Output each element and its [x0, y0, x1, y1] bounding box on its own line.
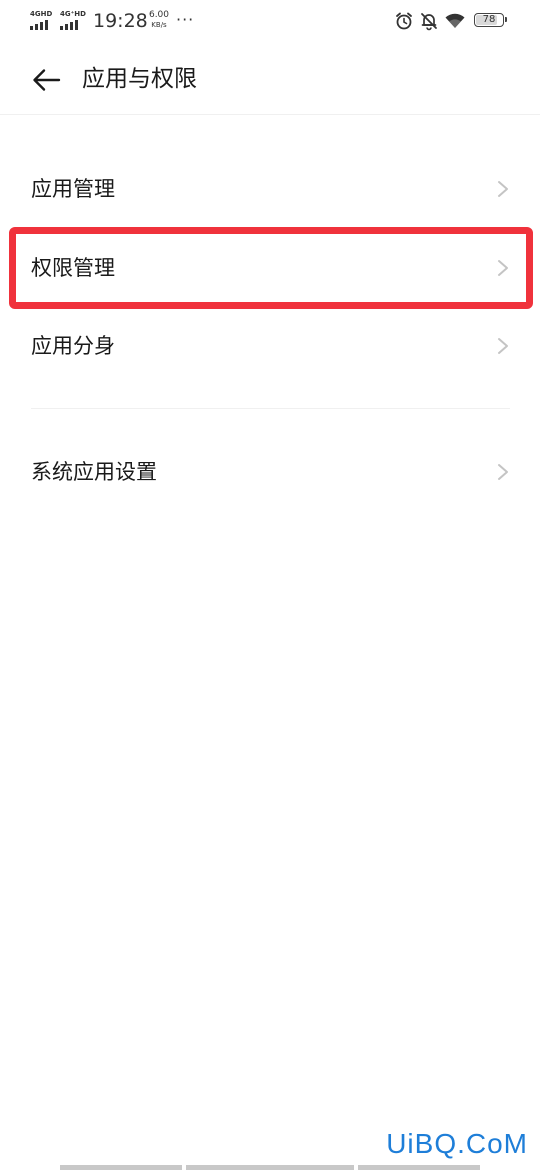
signal-icon-sim1: 4GHD — [30, 10, 56, 30]
more-notifications-icon: ··· — [176, 10, 195, 29]
status-bar: 4GHD 4G⁺HD 19:28 6.00 KB/s ··· 78 — [0, 0, 540, 44]
battery-level: 78 — [482, 14, 496, 25]
app-header: 应用与权限 — [0, 44, 540, 115]
network-speed-unit: KB/s — [151, 21, 167, 29]
battery-icon: 78 — [474, 13, 507, 27]
chevron-right-icon — [498, 260, 508, 276]
list-item-permission-management[interactable]: 权限管理 — [0, 236, 540, 300]
page-title: 应用与权限 — [82, 66, 197, 92]
alarm-icon — [396, 12, 412, 30]
wifi-icon — [445, 13, 465, 28]
bell-off-icon — [421, 13, 437, 31]
list-item-label: 应用分身 — [31, 334, 115, 358]
network-type-label: 4GHD — [30, 10, 53, 18]
back-button[interactable] — [30, 64, 62, 96]
chevron-right-icon — [498, 181, 508, 197]
chevron-right-icon — [498, 464, 508, 480]
network-speed-value: 6.00 — [148, 10, 170, 20]
list-item-label: 系统应用设置 — [31, 460, 157, 484]
list-item-app-clone[interactable]: 应用分身 — [0, 314, 540, 378]
gesture-navigation-bar[interactable] — [60, 1165, 480, 1170]
list-item-label: 应用管理 — [31, 177, 115, 201]
network-speed: 6.00 KB/s — [146, 10, 172, 30]
section-divider — [31, 408, 510, 409]
status-time: 19:28 — [93, 10, 148, 32]
watermark-logo: UiBQ.CoM — [386, 1128, 528, 1159]
chevron-right-icon — [498, 338, 508, 354]
list-item-app-management[interactable]: 应用管理 — [0, 157, 540, 221]
arrow-left-icon — [33, 69, 61, 91]
signal-icon-sim2: 4G⁺HD — [60, 10, 86, 30]
network-type-label: 4G⁺HD — [60, 10, 86, 18]
list-item-label: 权限管理 — [31, 256, 115, 280]
list-item-system-app-settings[interactable]: 系统应用设置 — [0, 440, 540, 504]
